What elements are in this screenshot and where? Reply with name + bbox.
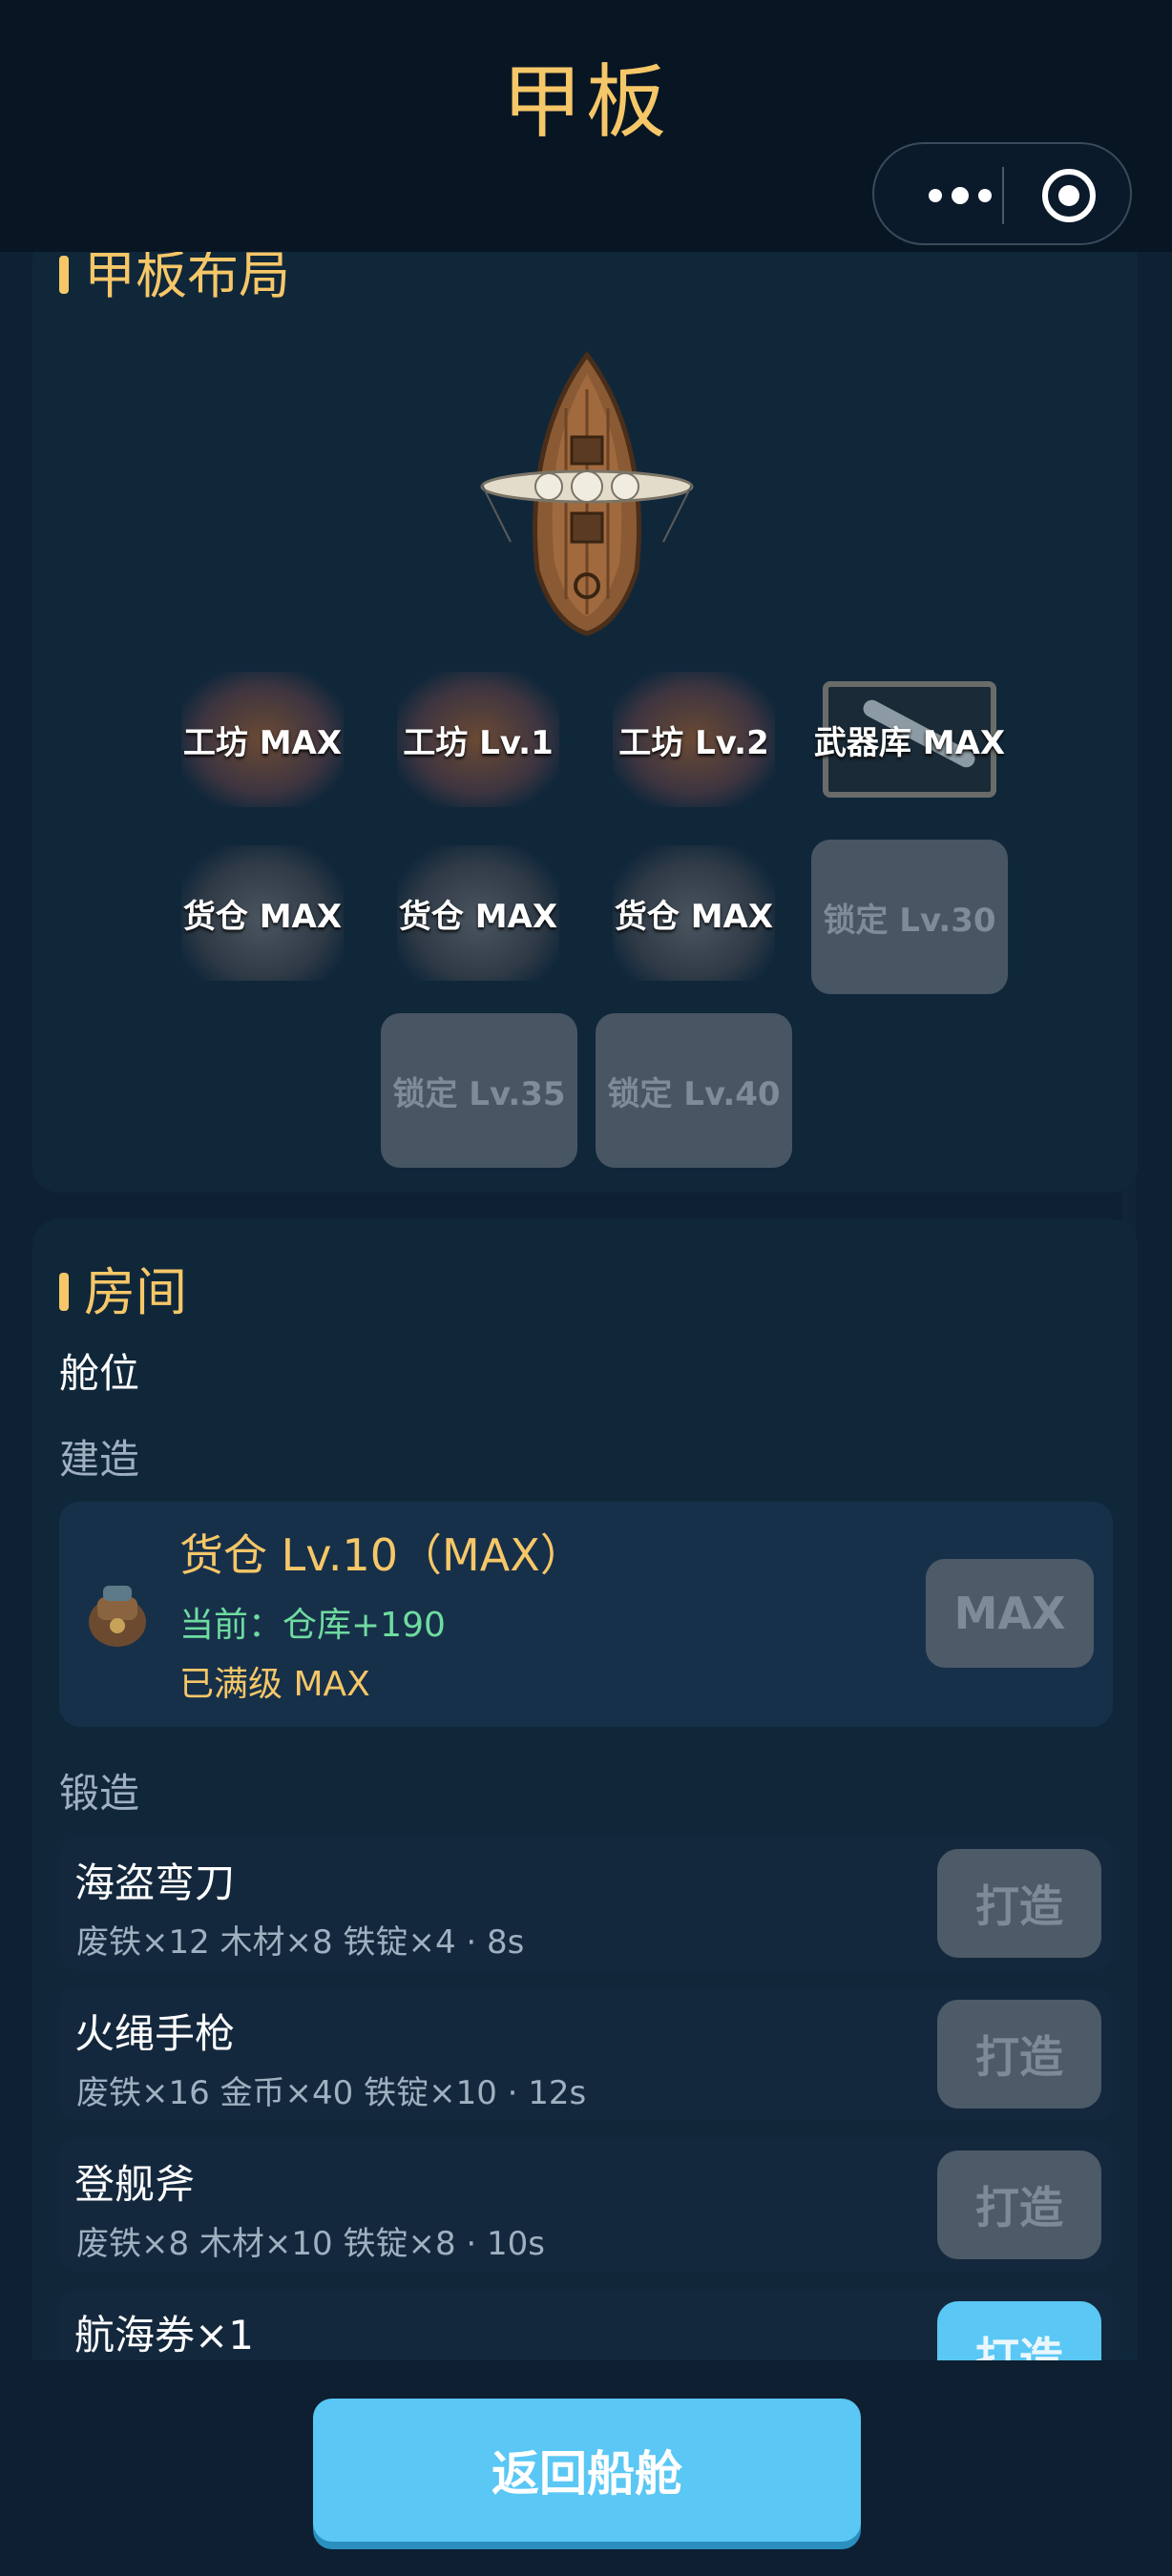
back-to-cabin-button[interactable]: 返回船舱 [313, 2399, 861, 2542]
forge-item: 火绳手枪 废铁×16 金币×40 铁锭×10 · 12s 打造 [59, 1988, 1113, 2120]
title-bar: 甲板 [0, 0, 1172, 252]
forge-item: 海盗弯刀 废铁×12 木材×8 铁锭×4 · 8s 打造 [59, 1838, 1113, 1969]
mini-program-capsule [872, 142, 1132, 245]
ship-image [480, 351, 694, 636]
close-target-icon[interactable] [1042, 169, 1096, 222]
cabin-label: 舱位 [59, 1350, 140, 1397]
forge-item-cost: 废铁×16 金币×40 铁锭×10 · 12s [76, 2074, 587, 2112]
forge-item-name: 登舰斧 [74, 2161, 196, 2208]
slot-label: 工坊 Lv.1 [403, 723, 554, 762]
slot-label: 货仓 MAX [614, 897, 774, 936]
more-icon[interactable] [912, 177, 1008, 215]
build-item-name: 货仓 Lv.10（MAX） [179, 1529, 584, 1581]
footer-bar: 返回船舱 [0, 2360, 1172, 2576]
build-item-card: 货仓 Lv.10（MAX） 当前：仓库+190 已满级 MAX MAX [59, 1502, 1113, 1727]
deck-slot-cargo-1[interactable]: 货仓 MAX [181, 834, 344, 992]
title-accent-bar [59, 1273, 69, 1312]
room-card: 房间 舱位 建造 货仓 Lv.10（MAX） 当前：仓库+190 已满级 MAX… [32, 1219, 1138, 2360]
forge-button[interactable]: 打造 [937, 1849, 1101, 1958]
content-scroll-area[interactable]: 甲板布局 工坊 MAX 工坊 Lv.1 工坊 Lv.2 武器库 MAX 货仓 M… [0, 252, 1172, 2360]
deck-slot-cargo-3[interactable]: 货仓 MAX [613, 834, 775, 992]
forge-item-name: 海盗弯刀 [74, 1859, 236, 1906]
deck-slot-workshop-3[interactable]: 工坊 Lv.2 [613, 660, 775, 819]
forge-item: 航海券×1 打造 [59, 2290, 1113, 2360]
slot-label: 工坊 Lv.2 [618, 723, 769, 762]
forge-item-cost: 废铁×12 木材×8 铁锭×4 · 8s [76, 1923, 525, 1962]
forge-button[interactable]: 打造 [937, 2301, 1101, 2360]
deck-slot-locked-35[interactable]: 锁定 Lv.35 [381, 1013, 577, 1168]
slot-label: 武器库 MAX [813, 723, 1006, 762]
capsule-divider [1002, 167, 1004, 224]
deck-section-title: 甲板布局 [59, 252, 290, 308]
slot-label: 锁定 Lv.40 [607, 1074, 781, 1113]
deck-slot-cargo-2[interactable]: 货仓 MAX [397, 834, 559, 992]
page-title: 甲板 [501, 55, 670, 149]
build-item-status: 已满级 MAX [179, 1665, 370, 1704]
forge-item-name: 火绳手枪 [74, 2010, 236, 2057]
deck-slot-armory[interactable]: 武器库 MAX [814, 660, 1005, 819]
slot-label: 工坊 MAX [182, 723, 343, 762]
forge-item: 登舰斧 废铁×8 木材×10 铁锭×8 · 10s 打造 [59, 2139, 1113, 2271]
build-label: 建造 [59, 1436, 140, 1483]
slot-label: 货仓 MAX [182, 897, 343, 936]
slot-label: 锁定 Lv.35 [392, 1074, 566, 1113]
forge-button[interactable]: 打造 [937, 2150, 1101, 2259]
deck-slot-locked-30[interactable]: 锁定 Lv.30 [811, 840, 1008, 994]
room-section-title-text: 房间 [84, 1262, 187, 1322]
forge-label: 锻造 [59, 1770, 140, 1817]
forge-item-name: 航海券×1 [74, 2312, 254, 2358]
deck-slot-workshop-2[interactable]: 工坊 Lv.1 [397, 660, 559, 819]
title-accent-bar [59, 256, 69, 295]
build-item-current: 当前：仓库+190 [179, 1606, 446, 1645]
forge-button[interactable]: 打造 [937, 2000, 1101, 2109]
slot-label: 货仓 MAX [398, 897, 558, 936]
cargo-bag-icon [89, 1586, 146, 1647]
deck-slot-workshop-1[interactable]: 工坊 MAX [181, 660, 344, 819]
deck-section-title-text: 甲板布局 [84, 252, 290, 305]
max-button[interactable]: MAX [926, 1559, 1094, 1668]
deck-slot-locked-40[interactable]: 锁定 Lv.40 [596, 1013, 792, 1168]
room-section-title: 房间 [59, 1250, 187, 1325]
forge-item-cost: 废铁×8 木材×10 铁锭×8 · 10s [76, 2225, 546, 2263]
slot-label: 锁定 Lv.30 [823, 901, 996, 940]
